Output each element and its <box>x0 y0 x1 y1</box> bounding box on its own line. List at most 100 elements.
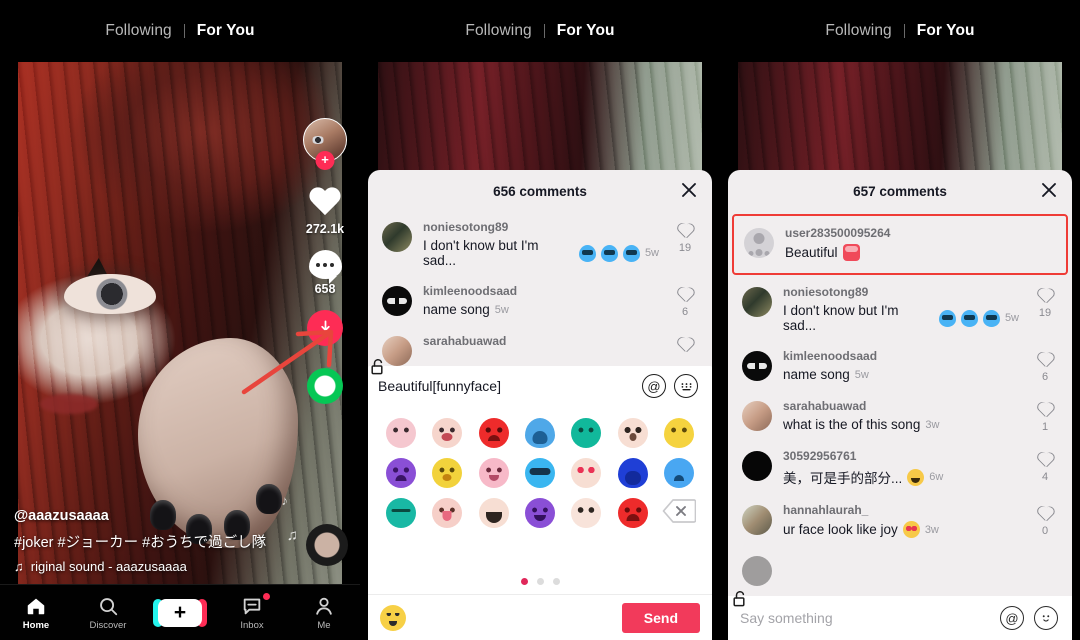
close-icon[interactable] <box>680 181 698 199</box>
comment-row[interactable]: noniesotong89 I don't know but I'm sad..… <box>368 212 712 276</box>
comment-input-bar[interactable]: Beautiful[funnyface] @ <box>368 366 712 406</box>
sidebar-item-me[interactable]: Me <box>292 595 356 631</box>
page-dot[interactable] <box>536 577 544 585</box>
emoji-key[interactable] <box>478 458 509 488</box>
comment-like-button[interactable]: 6 <box>1030 353 1060 383</box>
emoji-key[interactable] <box>432 458 463 488</box>
commenter-name: 30592956761 <box>783 449 857 463</box>
tab-following[interactable]: Following <box>813 22 903 40</box>
keyboard-icon[interactable] <box>674 374 698 398</box>
sidebar-item-discover[interactable]: Discover <box>76 595 140 631</box>
plus-icon: + <box>153 598 207 627</box>
page-dot[interactable] <box>552 577 560 585</box>
heart-outline-icon <box>677 288 694 303</box>
comment-row[interactable]: 30592956761 美，可是手的部分... 6w 4 <box>728 441 1072 495</box>
follow-plus-icon[interactable]: + <box>315 151 335 170</box>
inbox-icon <box>243 598 261 614</box>
sidebar-item-home[interactable]: Home <box>4 595 68 631</box>
page-dot-active[interactable] <box>520 577 528 585</box>
tab-for-you[interactable]: For You <box>905 22 987 40</box>
share-spin-icon[interactable] <box>307 368 343 404</box>
emoji-page-dots[interactable] <box>368 568 712 594</box>
comment-row[interactable]: sarahabuawad what is the of this song 3w… <box>728 391 1072 441</box>
commenter-avatar[interactable] <box>744 228 774 258</box>
emoji-key[interactable] <box>386 498 417 528</box>
video-hashtags[interactable]: #joker #ジョーカー #おうちで過ごし隊 <box>14 531 304 552</box>
emoji-key[interactable] <box>617 498 648 528</box>
comment-input-value[interactable]: Beautiful[funnyface] <box>378 378 634 394</box>
emoji-key[interactable] <box>432 498 463 528</box>
comment-row[interactable]: noniesotong89 I don't know but I'm sad..… <box>728 277 1072 341</box>
commenter-avatar[interactable] <box>742 401 772 431</box>
sob-emoji-icon <box>578 244 596 262</box>
at-icon[interactable]: @ <box>642 374 666 398</box>
emoji-key[interactable] <box>478 418 509 448</box>
comment-like-button[interactable]: 4 <box>1030 453 1060 483</box>
send-button[interactable]: Send <box>621 602 700 633</box>
emoji-key[interactable] <box>571 498 602 528</box>
emoji-key[interactable] <box>478 498 509 528</box>
commenter-avatar[interactable] <box>742 556 772 586</box>
emoji-key[interactable] <box>571 458 602 488</box>
comment-row-partial[interactable] <box>728 546 1072 594</box>
commenter-avatar[interactable] <box>382 222 412 252</box>
close-icon[interactable] <box>1040 181 1058 199</box>
emoji-key[interactable] <box>386 418 417 448</box>
highlighted-new-comment[interactable]: user283500095264 Beautiful <box>732 214 1068 275</box>
comment-row[interactable]: hannahlaurah_ ur face look like joy 3w 0 <box>728 495 1072 546</box>
comment-like-button[interactable]: 19 <box>670 224 700 254</box>
like-button[interactable]: 272.1k <box>306 188 344 236</box>
tab-following[interactable]: Following <box>93 22 183 40</box>
comment-like-button[interactable]: 19 <box>1030 289 1060 319</box>
author-avatar-wrap[interactable]: + <box>303 118 347 170</box>
emoji-key[interactable] <box>524 458 555 488</box>
commenter-avatar[interactable] <box>742 351 772 381</box>
tab-for-you[interactable]: For You <box>545 22 627 40</box>
emoji-key[interactable] <box>571 418 602 448</box>
comment-like-button[interactable]: 1 <box>1030 403 1060 433</box>
comment-like-count: 6 <box>1041 371 1049 383</box>
comment-button[interactable]: 658 <box>308 250 342 296</box>
sound-title: riginal sound - aaazusaaaa <box>30 559 187 574</box>
commenter-avatar[interactable] <box>742 287 772 317</box>
comment-input-bar-right[interactable]: Say something @ <box>728 590 1072 640</box>
sidebar-item-inbox[interactable]: Inbox <box>220 592 284 631</box>
backspace-icon[interactable] <box>662 498 697 524</box>
video-sound[interactable]: ♫ riginal sound - aaazusaaaa <box>14 559 304 574</box>
emoji-grid[interactable] <box>368 406 712 568</box>
emoji-key[interactable] <box>663 458 694 488</box>
emoji-key[interactable] <box>524 418 555 448</box>
smiley-icon[interactable] <box>1034 606 1058 630</box>
emoji-key[interactable] <box>524 498 555 528</box>
comment-list-right[interactable]: user283500095264 Beautiful noniesotong89… <box>728 212 1072 640</box>
video-author[interactable]: @aaazusaaaa <box>14 508 304 524</box>
smiley-icon[interactable] <box>380 604 406 631</box>
tab-for-you[interactable]: For You <box>185 22 267 40</box>
emoji-key[interactable] <box>432 418 463 448</box>
music-disc[interactable] <box>306 524 348 566</box>
emoji-key[interactable] <box>386 458 417 488</box>
commenter-avatar[interactable] <box>742 451 772 481</box>
emoji-key[interactable] <box>663 418 694 448</box>
commenter-avatar[interactable] <box>742 505 772 535</box>
comment-row[interactable]: kimleenoodsaad name song 5w 6 <box>368 276 712 326</box>
emoji-key[interactable] <box>617 418 648 448</box>
create-video-button[interactable]: + <box>148 598 212 627</box>
comment-like-button[interactable]: 0 <box>1030 507 1060 537</box>
comment-age: 5w <box>644 247 659 259</box>
commenter-name: noniesotong89 <box>423 220 509 234</box>
tab-following[interactable]: Following <box>453 22 543 40</box>
commenter-avatar[interactable] <box>382 336 412 366</box>
at-icon[interactable]: @ <box>1000 606 1024 630</box>
comment-count: 658 <box>314 282 336 296</box>
sob-emoji-icon <box>960 309 978 327</box>
commenter-avatar[interactable] <box>382 286 412 316</box>
comment-like-button[interactable]: 6 <box>670 288 700 318</box>
emoji-key[interactable] <box>617 458 648 488</box>
comment-like-button[interactable] <box>670 338 700 353</box>
comment-text: 美，可是手的部分... <box>783 471 903 486</box>
heart-outline-icon <box>1037 453 1054 468</box>
comment-row[interactable]: kimleenoodsaad name song 5w 6 <box>728 341 1072 391</box>
download-icon[interactable] <box>307 310 343 346</box>
say-something-input[interactable]: Say something <box>740 610 990 626</box>
